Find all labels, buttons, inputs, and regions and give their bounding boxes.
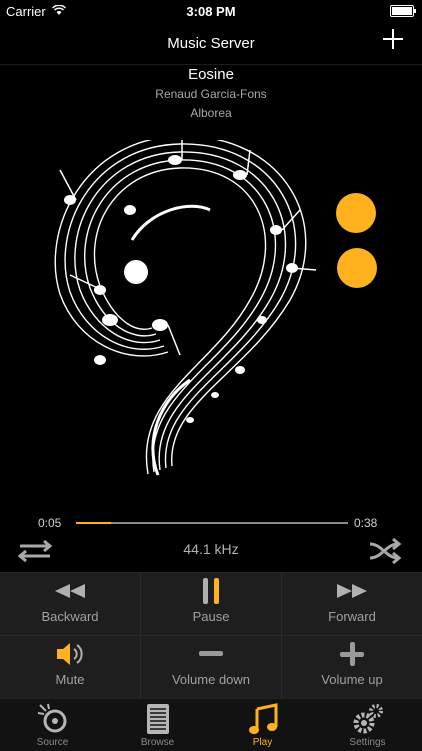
volume-down-button[interactable]: Volume down: [141, 636, 281, 698]
tab-source-label: Source: [36, 737, 69, 748]
elapsed-time: 0:05: [38, 516, 62, 530]
backward-label: Backward: [41, 609, 99, 624]
volume-up-label: Volume up: [321, 672, 383, 687]
music-note-icon: [248, 703, 277, 734]
pause-label: Pause: [192, 609, 230, 624]
add-icon[interactable]: [382, 28, 404, 50]
tab-bar: Source Browse Play Settings: [0, 698, 422, 751]
total-time: 0:38: [354, 516, 378, 530]
status-bar: Carrier 3:08 PM: [0, 0, 422, 22]
album-art: [54, 140, 317, 476]
status-time: 3:08 PM: [186, 4, 236, 19]
accent-dot-bottom: [337, 248, 377, 288]
mute-button[interactable]: Mute: [0, 636, 140, 698]
pause-button[interactable]: Pause: [141, 573, 281, 635]
accent-dot-top: [336, 193, 376, 233]
source-icon: [37, 703, 66, 733]
minus-icon: [199, 651, 223, 656]
forward-button[interactable]: Forward: [282, 573, 422, 635]
tab-browse-label: Browse: [140, 737, 175, 748]
rewind-icon: [55, 584, 85, 598]
track-artist: Renaud Garcia-Fons: [155, 87, 267, 101]
tab-settings[interactable]: Settings: [315, 699, 420, 751]
tab-source[interactable]: Source: [0, 699, 105, 751]
tab-settings-label: Settings: [349, 737, 386, 748]
sample-rate: 44.1 kHz: [183, 541, 239, 557]
fast-forward-icon: [337, 584, 367, 598]
shuffle-icon[interactable]: [368, 538, 404, 564]
tab-play-label: Play: [252, 737, 273, 748]
plus-icon: [340, 642, 364, 666]
battery-icon: [390, 5, 416, 17]
nav-title: Music Server: [167, 35, 255, 52]
volume-down-label: Volume down: [171, 672, 251, 687]
nav-divider: [0, 64, 422, 65]
progress-fill: [76, 522, 112, 524]
tab-browse[interactable]: Browse: [105, 699, 210, 751]
track-title: Eosine: [188, 66, 234, 83]
gear-icon: [353, 704, 383, 734]
speaker-icon: [57, 643, 83, 665]
browse-icon: [146, 704, 169, 734]
control-grid: Backward Pause Forward Mute Volume down …: [0, 572, 422, 698]
mute-label: Mute: [55, 672, 85, 687]
forward-label: Forward: [328, 609, 376, 624]
progress-bar[interactable]: [76, 522, 348, 524]
backward-button[interactable]: Backward: [0, 573, 140, 635]
tab-play[interactable]: Play: [210, 699, 315, 751]
pause-icon: [203, 578, 219, 604]
volume-up-button[interactable]: Volume up: [282, 636, 422, 698]
track-album: Alborea: [190, 106, 232, 120]
